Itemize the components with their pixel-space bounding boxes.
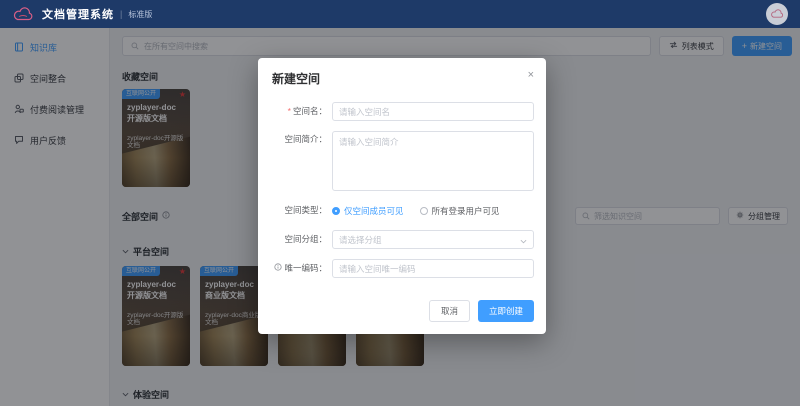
close-icon[interactable]: × xyxy=(528,70,534,81)
title-divider: | xyxy=(120,9,123,19)
modal-footer: 取消 立即创建 xyxy=(258,288,546,334)
space-type-row: 空间类型： 仅空间成员可见 所有登录用户可见 xyxy=(270,201,534,220)
unique-code-label: 唯一编码： xyxy=(270,260,332,277)
space-intro-textarea[interactable] xyxy=(332,131,534,191)
app-title: 文档管理系统 xyxy=(42,9,114,21)
new-space-modal: 新建空间 × * 空间名： 空间简介： 空间类型： 仅空间成员可 xyxy=(258,58,546,334)
space-type-label: 空间类型： xyxy=(284,205,327,215)
app-logo-cloud-icon xyxy=(12,6,34,22)
space-intro-row: 空间简介： xyxy=(270,131,534,191)
edition-badge: 标准版 xyxy=(128,9,153,19)
space-intro-label: 空间简介： xyxy=(284,134,327,144)
space-group-select[interactable]: 请选择分组 xyxy=(332,230,534,249)
radio-selected-icon xyxy=(332,206,340,215)
space-name-input[interactable] xyxy=(332,102,534,121)
modal-header: 新建空间 × xyxy=(258,58,546,102)
user-avatar[interactable] xyxy=(766,3,788,25)
unique-code-row: 唯一编码： xyxy=(270,259,534,278)
app-header: 文档管理系统 | 标准版 xyxy=(0,0,800,28)
required-asterisk: * xyxy=(287,106,291,116)
space-name-row: * 空间名： xyxy=(270,102,534,121)
radio-members-only[interactable]: 仅空间成员可见 xyxy=(332,205,404,217)
app-screen: 文档管理系统 | 标准版 知识库 空间整合 付费阅读管理 用户反馈 在所有空间中… xyxy=(0,0,800,406)
radio-unselected-icon xyxy=(419,206,428,215)
space-group-label: 空间分组： xyxy=(284,234,327,244)
info-icon xyxy=(274,260,283,277)
chevron-down-icon xyxy=(520,231,527,249)
select-placeholder: 请选择分组 xyxy=(339,234,382,245)
space-group-row: 空间分组： 请选择分组 xyxy=(270,230,534,249)
radio-all-logged-in[interactable]: 所有登录用户可见 xyxy=(419,205,500,217)
cancel-button[interactable]: 取消 xyxy=(428,300,470,322)
modal-body: * 空间名： 空间简介： 空间类型： 仅空间成员可见 xyxy=(258,102,546,278)
unique-code-input[interactable] xyxy=(332,259,534,278)
create-now-button[interactable]: 立即创建 xyxy=(477,300,534,322)
modal-title: 新建空间 xyxy=(272,72,321,86)
space-name-label: * 空间名： xyxy=(270,103,332,120)
